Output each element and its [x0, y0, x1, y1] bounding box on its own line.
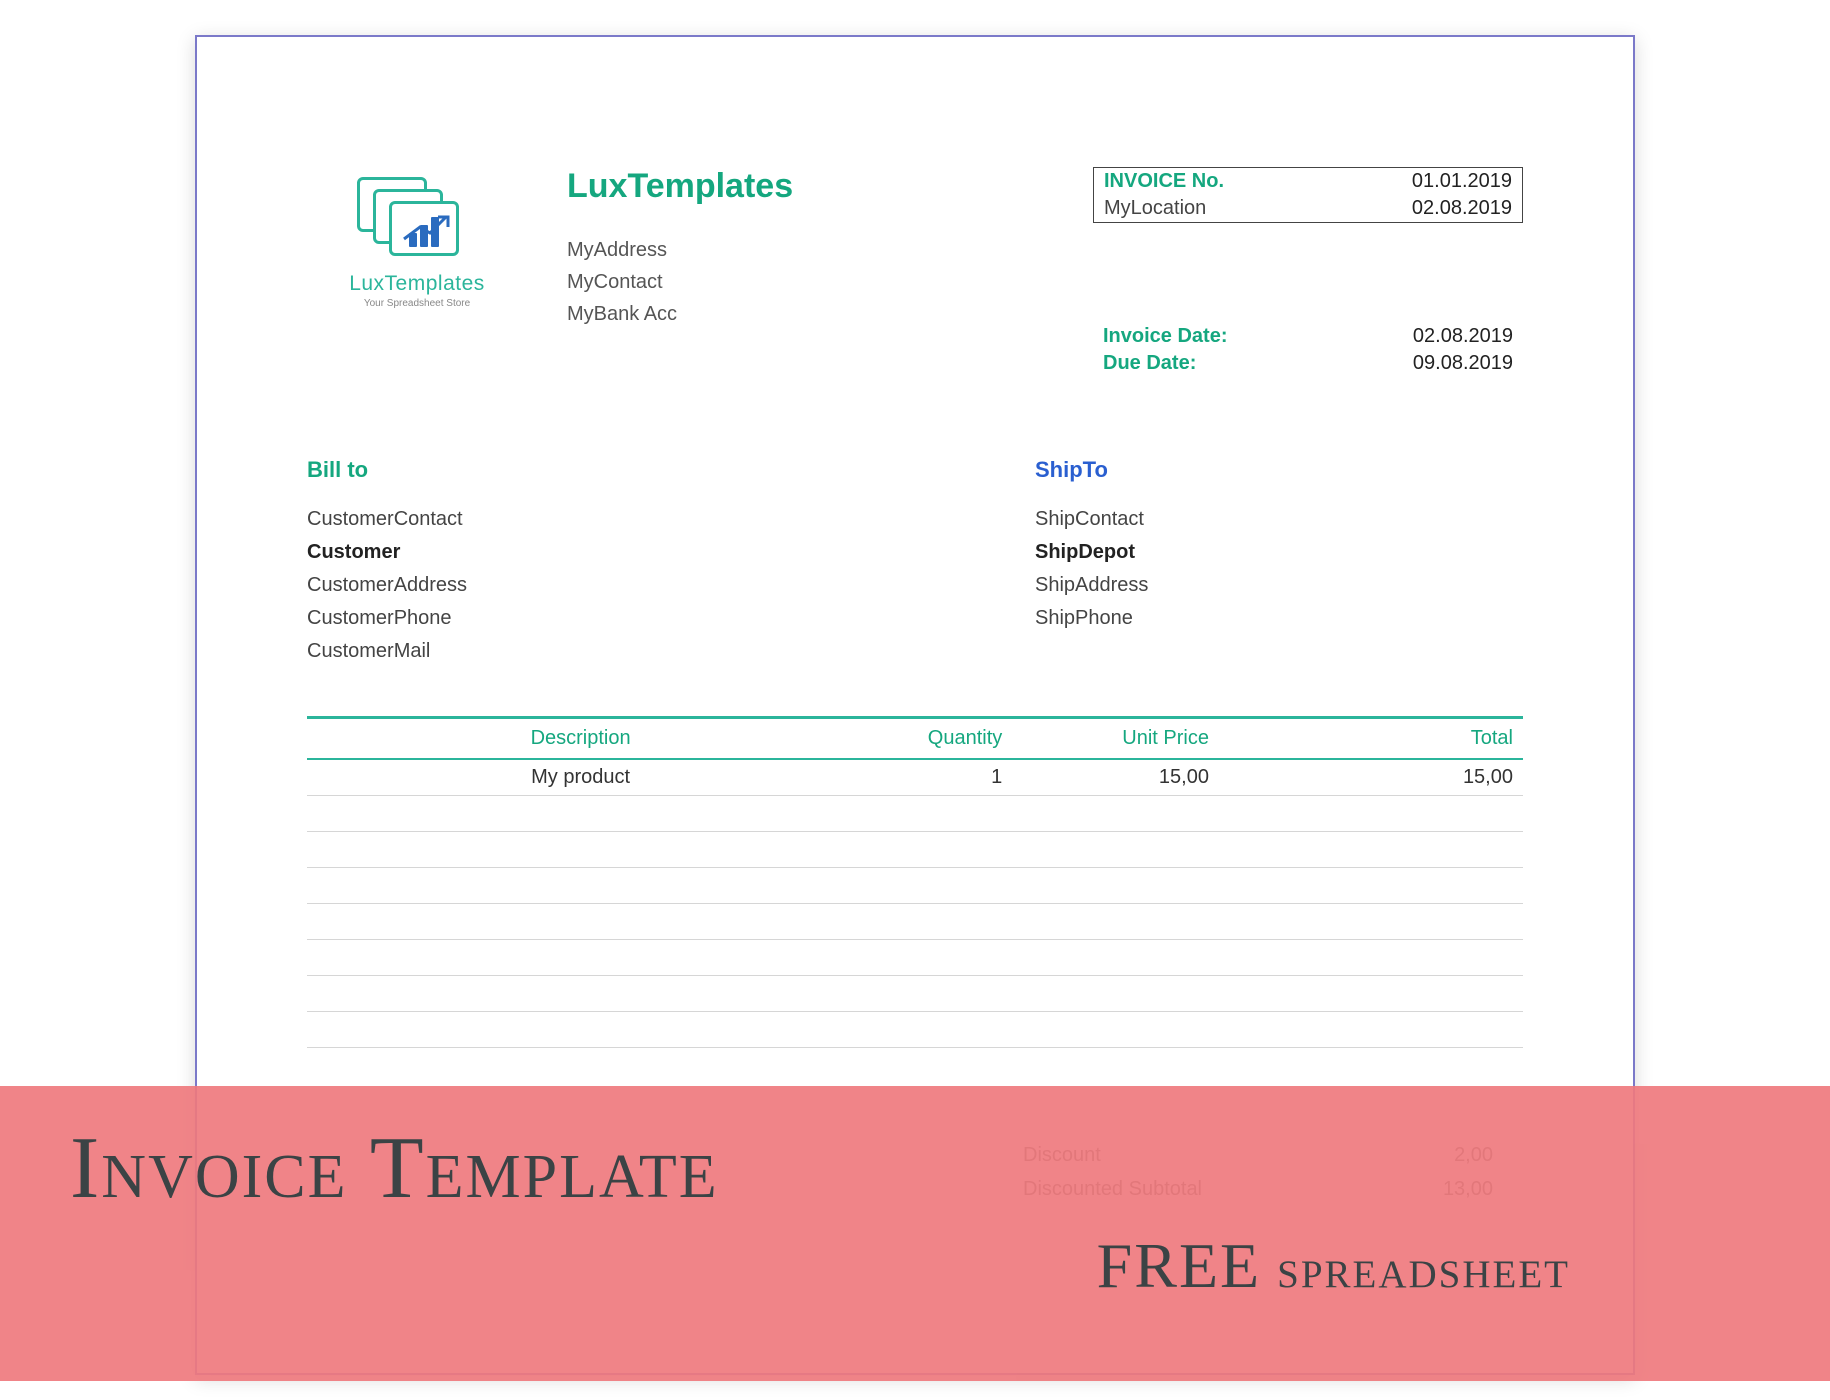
company-bank: MyBank Acc [567, 298, 1053, 330]
invoice-meta-box: INVOICE No. 01.01.2019 MyLocation 02.08.… [1093, 167, 1523, 223]
cell-description [307, 940, 854, 976]
ship-to-title: ShipTo [1035, 457, 1523, 483]
line-items-table: Description Quantity Unit Price Total My… [307, 716, 1523, 1048]
cell-total [1219, 832, 1523, 868]
cell-description [307, 832, 854, 868]
logo-tagline: Your Spreadsheet Store [307, 298, 527, 309]
cell-quantity [854, 868, 1012, 904]
table-row [307, 1012, 1523, 1048]
cell-description [307, 868, 854, 904]
cell-unit_price: 15,00 [1012, 759, 1219, 796]
invoice-date-label: Invoice Date: [1093, 323, 1328, 350]
bill-phone: CustomerPhone [307, 602, 795, 635]
cell-total [1219, 976, 1523, 1012]
logo-block: LuxTemplates Your Spreadsheet Store [307, 167, 527, 309]
cell-quantity [854, 1012, 1012, 1048]
table-row: My product115,0015,00 [307, 759, 1523, 796]
ship-name: ShipDepot [1035, 536, 1523, 569]
cell-unit_price [1012, 904, 1219, 940]
banner-rest: spreadsheet [1261, 1238, 1570, 1300]
bill-to-block: Bill to CustomerContact Customer Custome… [307, 457, 795, 668]
ship-to-block: ShipTo ShipContact ShipDepot ShipAddress… [795, 457, 1523, 668]
cell-description [307, 976, 854, 1012]
dates-block: Invoice Date: 02.08.2019 Due Date: 09.08… [1093, 323, 1523, 377]
table-row [307, 868, 1523, 904]
bill-name: Customer [307, 536, 795, 569]
cell-total [1219, 868, 1523, 904]
banner-free: FREE [1097, 1230, 1261, 1301]
col-description: Description [307, 718, 854, 760]
cell-unit_price [1012, 976, 1219, 1012]
table-row [307, 832, 1523, 868]
company-address: MyAddress [567, 234, 1053, 266]
cell-unit_price [1012, 832, 1219, 868]
logo-brand-text: LuxTemplates [307, 272, 527, 296]
cell-total [1219, 940, 1523, 976]
address-row: Bill to CustomerContact Customer Custome… [307, 457, 1523, 668]
cell-total: 15,00 [1219, 759, 1523, 796]
cell-quantity: 1 [854, 759, 1012, 796]
cell-total [1219, 904, 1523, 940]
cell-unit_price [1012, 796, 1219, 832]
location-label: MyLocation [1094, 195, 1324, 222]
cell-unit_price [1012, 868, 1219, 904]
logo-icon [357, 177, 477, 262]
cell-quantity [854, 796, 1012, 832]
cell-total [1219, 1012, 1523, 1048]
due-date-value: 09.08.2019 [1328, 350, 1523, 377]
bill-address: CustomerAddress [307, 569, 795, 602]
due-date-label: Due Date: [1093, 350, 1328, 377]
banner-title: Invoice Template [70, 1118, 1770, 1219]
meta-block: INVOICE No. 01.01.2019 MyLocation 02.08.… [1093, 167, 1523, 377]
table-row [307, 904, 1523, 940]
table-row [307, 976, 1523, 1012]
company-contact: MyContact [567, 266, 1053, 298]
cell-description [307, 796, 854, 832]
invoice-no-label: INVOICE No. [1094, 168, 1324, 195]
cell-quantity [854, 832, 1012, 868]
table-row [307, 796, 1523, 832]
ship-address: ShipAddress [1035, 569, 1523, 602]
col-quantity: Quantity [854, 718, 1012, 760]
ship-contact: ShipContact [1035, 503, 1523, 536]
invoice-no-value: 01.01.2019 [1324, 168, 1522, 195]
cell-total [1219, 796, 1523, 832]
cell-quantity [854, 976, 1012, 1012]
company-name: LuxTemplates [567, 167, 1053, 206]
invoice-date-value: 02.08.2019 [1328, 323, 1523, 350]
cell-description [307, 904, 854, 940]
company-block: LuxTemplates MyAddress MyContact MyBank … [567, 167, 1053, 330]
cell-description [307, 1012, 854, 1048]
location-value: 02.08.2019 [1324, 195, 1522, 222]
table-row [307, 940, 1523, 976]
col-unit-price: Unit Price [1012, 718, 1219, 760]
promo-banner: Invoice Template FREE spreadsheet [0, 1086, 1830, 1381]
bill-contact: CustomerContact [307, 503, 795, 536]
col-total: Total [1219, 718, 1523, 760]
bill-to-title: Bill to [307, 457, 795, 483]
ship-phone: ShipPhone [1035, 602, 1523, 635]
cell-quantity [854, 940, 1012, 976]
cell-description: My product [307, 759, 854, 796]
bill-mail: CustomerMail [307, 635, 795, 668]
cell-quantity [854, 904, 1012, 940]
cell-unit_price [1012, 1012, 1219, 1048]
banner-subtitle: FREE spreadsheet [70, 1229, 1770, 1303]
header-row: LuxTemplates Your Spreadsheet Store LuxT… [307, 167, 1523, 377]
cell-unit_price [1012, 940, 1219, 976]
